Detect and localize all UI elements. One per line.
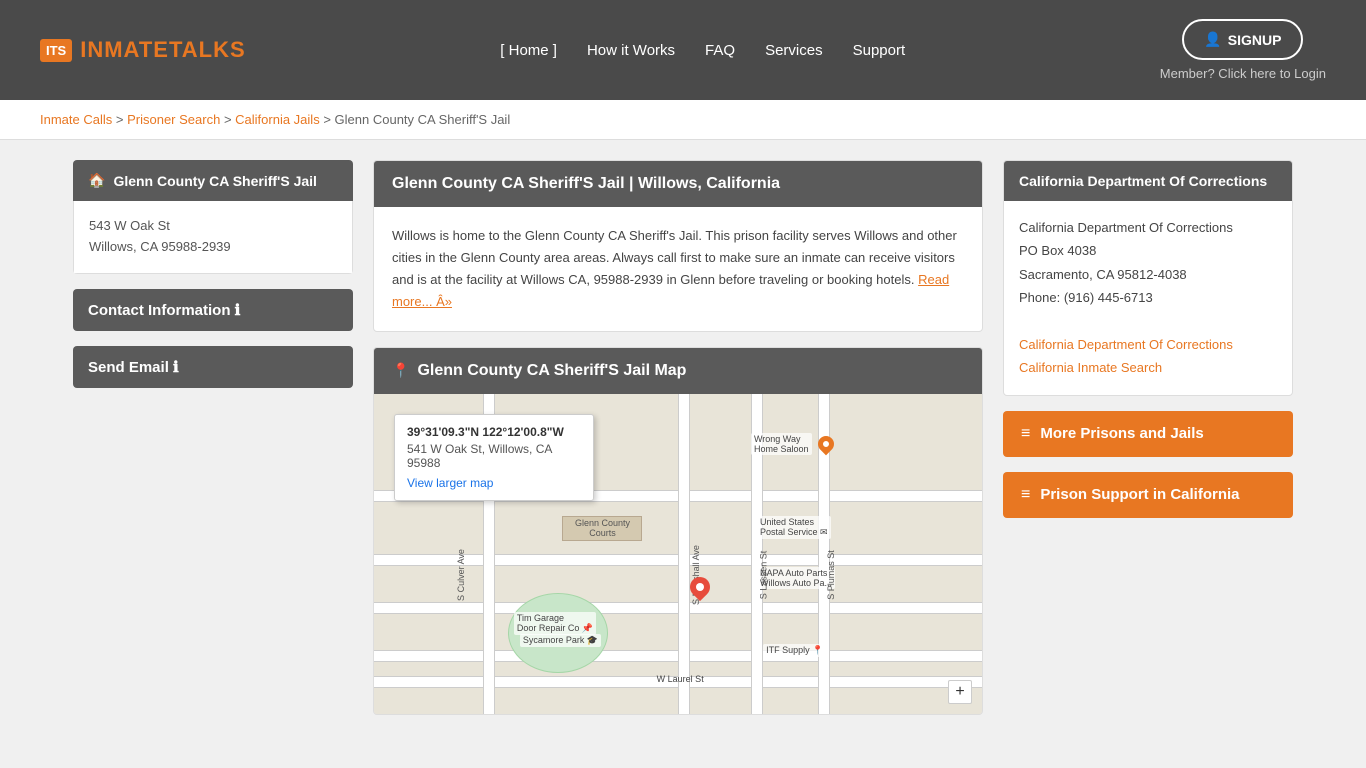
logo-text-light: INMATE bbox=[80, 37, 169, 62]
description-card: Glenn County CA Sheriff'S Jail | Willows… bbox=[373, 160, 983, 332]
jail-address: 543 W Oak St Willows, CA 95988-2939 bbox=[89, 216, 337, 258]
map-label-laurel: W Laurel St bbox=[654, 673, 707, 685]
middle-content: Glenn County CA Sheriff'S Jail | Willows… bbox=[373, 160, 983, 715]
dept-city-state: Sacramento, CA 95812-4038 bbox=[1019, 263, 1277, 286]
send-email-card[interactable]: Send Email ℹ bbox=[73, 346, 353, 388]
logo-text-orange: TALKS bbox=[169, 37, 246, 62]
breadcrumb-separator-1: > bbox=[116, 112, 127, 127]
jail-name-header: Glenn County CA Sheriff'S Jail bbox=[73, 160, 353, 201]
dept-inmate-search-link[interactable]: California Inmate Search bbox=[1019, 356, 1277, 379]
nav-support[interactable]: Support bbox=[853, 42, 906, 59]
map-zoom-in-button[interactable]: + bbox=[948, 680, 972, 704]
breadcrumb-current: Glenn County CA Sheriff'S Jail bbox=[335, 112, 511, 127]
street-label-lassen: S Lassen St bbox=[758, 551, 768, 600]
main-nav: [ Home ] How it Works FAQ Services Suppo… bbox=[500, 42, 905, 59]
user-icon: 👤 bbox=[1204, 31, 1221, 48]
contact-info-header[interactable]: Contact Information ℹ bbox=[73, 289, 353, 331]
dept-phone: Phone: (916) 445-6713 bbox=[1019, 286, 1277, 309]
list-icon-1 bbox=[1021, 425, 1030, 443]
contact-info-title: Contact Information ℹ bbox=[88, 301, 240, 319]
breadcrumb-california-jails[interactable]: California Jails bbox=[235, 112, 320, 127]
pin-icon bbox=[392, 362, 409, 380]
map-label-itf: ITF Supply 📍 bbox=[763, 644, 826, 657]
map-popup-coords: 39°31'09.3"N 122°12'00.8"W bbox=[407, 425, 581, 439]
prison-support-card[interactable]: Prison Support in California bbox=[1003, 472, 1293, 518]
nav-services[interactable]: Services bbox=[765, 42, 823, 59]
jail-address-line1: 543 W Oak St bbox=[89, 216, 337, 237]
map-popup-address: 541 W Oak St, Willows, CA 95988 bbox=[407, 442, 581, 470]
header-right: 👤 SIGNUP Member? Click here to Login bbox=[1160, 19, 1326, 81]
signup-button[interactable]: 👤 SIGNUP bbox=[1182, 19, 1303, 60]
nav-home[interactable]: [ Home ] bbox=[500, 42, 557, 59]
map-card: Glenn County CA Sheriff'S Jail Map bbox=[373, 347, 983, 715]
dept-name: California Department Of Corrections bbox=[1019, 216, 1277, 239]
map-label-sycamore: Sycamore Park 🎓 bbox=[520, 634, 601, 647]
map-label-napa: NAPA Auto PartsWillows Auto Pa... bbox=[757, 567, 835, 589]
breadcrumb-separator-2: > bbox=[224, 112, 235, 127]
logo-box: ITS bbox=[40, 39, 72, 62]
description-card-body: Willows is home to the Glenn County CA S… bbox=[374, 207, 982, 331]
street-label-plumas: S Plumas St bbox=[825, 551, 835, 601]
dept-card-body: California Department Of Corrections PO … bbox=[1004, 201, 1292, 395]
map-label-postal: United StatesPostal Service ✉ bbox=[757, 516, 831, 539]
description-card-header: Glenn County CA Sheriff'S Jail | Willows… bbox=[374, 161, 982, 207]
logo: ITS INMATETALKS bbox=[40, 37, 246, 63]
jail-address-body: 543 W Oak St Willows, CA 95988-2939 bbox=[73, 201, 353, 274]
signup-label: SIGNUP bbox=[1228, 32, 1282, 48]
dept-corrections-link[interactable]: California Department Of Corrections bbox=[1019, 333, 1277, 356]
main-content: Glenn County CA Sheriff'S Jail 543 W Oak… bbox=[43, 160, 1323, 715]
home-icon bbox=[88, 172, 105, 189]
more-prisons-label: More Prisons and Jails bbox=[1040, 425, 1203, 442]
map-popup: 39°31'09.3"N 122°12'00.8"W 541 W Oak St,… bbox=[394, 414, 594, 501]
nav-how-it-works[interactable]: How it Works bbox=[587, 42, 675, 59]
map-title: Glenn County CA Sheriff'S Jail Map bbox=[417, 362, 686, 380]
orange-location-marker bbox=[818, 436, 834, 455]
list-icon-2 bbox=[1021, 486, 1030, 504]
description-text: Willows is home to the Glenn County CA S… bbox=[392, 228, 957, 287]
contact-info-card[interactable]: Contact Information ℹ bbox=[73, 289, 353, 331]
more-prisons-card[interactable]: More Prisons and Jails bbox=[1003, 411, 1293, 457]
street-v-2 bbox=[678, 394, 690, 714]
dept-card-header: California Department Of Corrections bbox=[1004, 161, 1292, 201]
dept-po-box: PO Box 4038 bbox=[1019, 239, 1277, 262]
map-label-saloon: Wrong WayHome Saloon bbox=[751, 433, 812, 455]
map-card-header: Glenn County CA Sheriff'S Jail Map bbox=[374, 348, 982, 394]
red-location-marker bbox=[690, 577, 710, 600]
left-sidebar: Glenn County CA Sheriff'S Jail 543 W Oak… bbox=[73, 160, 353, 715]
breadcrumb-inmate-calls[interactable]: Inmate Calls bbox=[40, 112, 112, 127]
nav-faq[interactable]: FAQ bbox=[705, 42, 735, 59]
court-block: Glenn County Courts bbox=[562, 516, 642, 541]
logo-text: INMATETALKS bbox=[80, 37, 245, 63]
map-container[interactable]: Glenn County Courts Wrong WayHome Saloon… bbox=[374, 394, 982, 714]
jail-name-title: Glenn County CA Sheriff'S Jail bbox=[113, 173, 317, 189]
breadcrumb-bar: Inmate Calls > Prisoner Search > Califor… bbox=[0, 100, 1366, 140]
breadcrumb-separator-3: > bbox=[323, 112, 334, 127]
dept-card: California Department Of Corrections Cal… bbox=[1003, 160, 1293, 396]
jail-name-card: Glenn County CA Sheriff'S Jail 543 W Oak… bbox=[73, 160, 353, 274]
send-email-title: Send Email ℹ bbox=[88, 358, 179, 376]
map-label-garage: Tim GarageDoor Repair Co 📌 bbox=[514, 612, 596, 635]
prison-support-label: Prison Support in California bbox=[1040, 486, 1239, 503]
member-login-text[interactable]: Member? Click here to Login bbox=[1160, 66, 1326, 81]
jail-address-line2: Willows, CA 95988-2939 bbox=[89, 237, 337, 258]
view-larger-map-link[interactable]: View larger map bbox=[407, 476, 581, 490]
send-email-header[interactable]: Send Email ℹ bbox=[73, 346, 353, 388]
breadcrumb: Inmate Calls > Prisoner Search > Califor… bbox=[40, 112, 1326, 127]
header: ITS INMATETALKS [ Home ] How it Works FA… bbox=[0, 0, 1366, 100]
right-sidebar: California Department Of Corrections Cal… bbox=[1003, 160, 1293, 715]
description-title: Glenn County CA Sheriff'S Jail | Willows… bbox=[392, 175, 780, 193]
breadcrumb-prisoner-search[interactable]: Prisoner Search bbox=[127, 112, 220, 127]
street-label-culver: S Culver Ave bbox=[456, 549, 466, 601]
